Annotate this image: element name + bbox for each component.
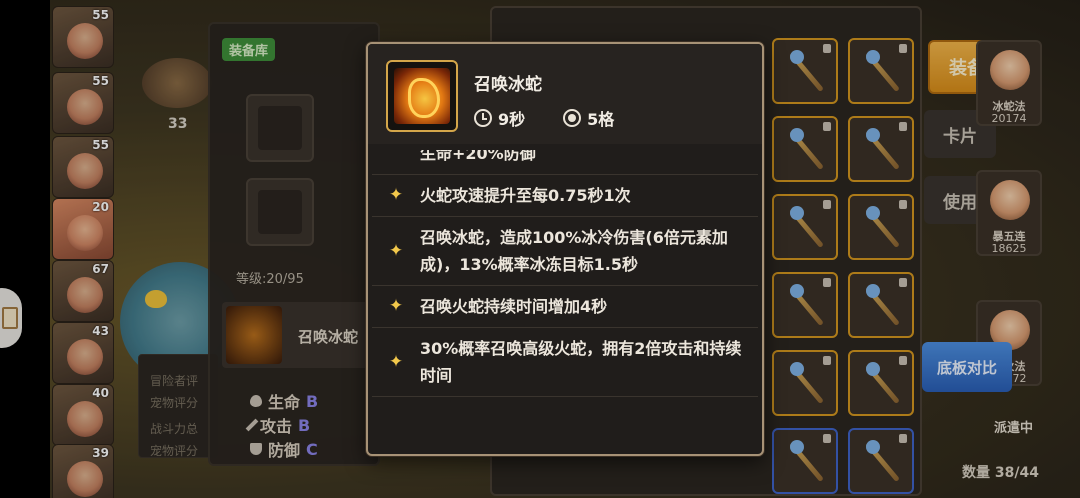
fire-snake-skill-icon [394,68,450,124]
skill-tooltip: 召唤冰蛇 9秒 5格 生命+20%防御 ✦ 火蛇攻速提升至每0.75秒1次 ✦ … [366,42,764,456]
skill-icon-frame [386,60,458,132]
effect-text: 召唤冰蛇，造成100%冰冷伤害(6倍元素加成)，13%概率冰冻目标1.5秒 [420,228,728,274]
clock-icon [474,109,492,127]
star-bullet-icon: ✦ [388,240,404,261]
effect-text: 火蛇攻速提升至每0.75秒1次 [420,186,631,205]
duration-info: 9秒 [474,106,525,130]
effect-list: 生命+20%防御 ✦ 火蛇攻速提升至每0.75秒1次 ✦ 召唤冰蛇，造成100%… [372,150,758,397]
star-bullet-icon: ✦ [388,296,404,316]
game-screen: 55 55 55 20 67 43 40 39 33 冒险者评 宠物评分 战斗力… [0,0,1080,498]
effect-text: 召唤火蛇持续时间增加4秒 [420,297,608,316]
tooltip-header: 召唤冰蛇 9秒 5格 [368,44,762,144]
effect-item: ✦ 召唤冰蛇，造成100%冰冷伤害(6倍元素加成)，13%概率冰冻目标1.5秒 [372,217,758,286]
target-icon [563,109,582,127]
star-bullet-icon: ✦ [388,351,404,372]
tooltip-meta: 9秒 5格 [474,106,614,130]
tooltip-title: 召唤冰蛇 [474,75,542,95]
range-info: 5格 [563,106,614,130]
range-value: 5格 [587,110,615,129]
effect-item: 生命+20%防御 [372,150,758,175]
effect-item: ✦ 火蛇攻速提升至每0.75秒1次 [372,175,758,217]
effect-text: 30%概率召唤高级火蛇，拥有2倍攻击和持续时间 [420,339,742,385]
duration-value: 9秒 [498,110,526,129]
effect-scroll-area[interactable]: 生命+20%防御 ✦ 火蛇攻速提升至每0.75秒1次 ✦ 召唤冰蛇，造成100%… [372,150,758,450]
effect-text: 生命+20%防御 [420,150,536,163]
effect-item: ✦ 30%概率召唤高级火蛇，拥有2倍攻击和持续时间 [372,328,758,397]
star-bullet-icon: ✦ [388,185,404,205]
effect-item: ✦ 召唤火蛇持续时间增加4秒 [372,286,758,328]
